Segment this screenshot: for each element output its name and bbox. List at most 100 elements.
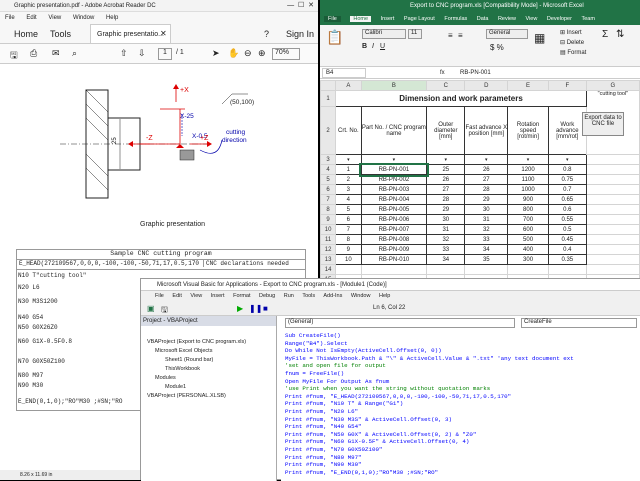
styles-icon[interactable]: ▦ bbox=[534, 31, 545, 45]
tab-formulas[interactable]: Formulas bbox=[444, 16, 467, 22]
row-header[interactable]: 8 bbox=[320, 204, 337, 215]
data-cell[interactable]: 0.7 bbox=[547, 184, 587, 195]
code-line[interactable]: Do While Not IsEmpty(ActiveCell.Offset(0… bbox=[285, 347, 442, 354]
data-cell[interactable]: RB-PN-007 bbox=[360, 224, 428, 235]
row-header[interactable]: 2 bbox=[320, 106, 337, 155]
tools-tab[interactable]: Tools bbox=[50, 24, 71, 44]
data-cell[interactable]: RB-PN-003 bbox=[360, 184, 428, 195]
data-cell[interactable]: 29 bbox=[426, 204, 466, 215]
code-line[interactable]: Print #fnum, "N90 M30" bbox=[285, 461, 362, 468]
tree-item-vbaproject[interactable]: VBAProject (Export to CNC program.xls) bbox=[147, 338, 276, 347]
code-line[interactable]: Print #fnum, "N20 L6" bbox=[285, 408, 358, 415]
vba-menu-help[interactable]: Help bbox=[379, 293, 390, 299]
pause-icon[interactable]: ❚❚ bbox=[249, 304, 262, 313]
data-cell[interactable]: 2 bbox=[335, 174, 362, 185]
print-icon[interactable]: ⎙ bbox=[30, 48, 37, 59]
data-cell[interactable]: 8 bbox=[335, 234, 362, 245]
header-work-advance[interactable]: Work advance [mm/rot] bbox=[547, 106, 587, 155]
close-tab-icon[interactable]: ✕ bbox=[160, 24, 167, 44]
run-icon[interactable]: ▶ bbox=[237, 304, 243, 313]
page-down-icon[interactable]: ⇩ bbox=[138, 48, 146, 59]
code-line[interactable]: Range("B4").Select bbox=[285, 340, 348, 347]
vba-menu-edit[interactable]: Edit bbox=[172, 293, 181, 299]
data-cell[interactable]: 10 bbox=[335, 254, 362, 265]
number-format-select[interactable]: General bbox=[486, 29, 528, 39]
sign-in-button[interactable]: Sign In bbox=[286, 24, 314, 44]
empty-cell[interactable] bbox=[585, 214, 640, 225]
data-cell[interactable]: 27 bbox=[464, 174, 509, 185]
hand-icon[interactable]: ✋ bbox=[228, 48, 239, 59]
tab-review[interactable]: Review bbox=[498, 16, 516, 22]
data-cell[interactable]: 32 bbox=[464, 224, 509, 235]
data-cell[interactable]: 1 bbox=[335, 164, 362, 175]
row-header[interactable]: 4 bbox=[320, 164, 337, 175]
filter-dropdown[interactable]: ▾ bbox=[360, 154, 428, 165]
align-center-icon[interactable]: ≡ bbox=[458, 31, 463, 40]
filter-dropdown[interactable]: ▾ bbox=[547, 154, 587, 165]
window-controls[interactable]: — ☐ ✕ bbox=[287, 0, 314, 12]
data-cell[interactable]: 700 bbox=[507, 214, 549, 225]
header-fast-advance[interactable]: Fast advance X position [mm] bbox=[464, 106, 509, 155]
row-header[interactable]: 5 bbox=[320, 174, 337, 185]
empty-cell[interactable] bbox=[585, 154, 640, 165]
data-cell[interactable]: 1100 bbox=[507, 174, 549, 185]
formula-input[interactable]: RB-PN-001 bbox=[460, 67, 491, 79]
bold-icon[interactable]: B bbox=[362, 43, 367, 50]
empty-cell[interactable] bbox=[585, 184, 640, 195]
data-cell[interactable]: 0.45 bbox=[547, 234, 587, 245]
row-header[interactable]: 10 bbox=[320, 224, 337, 235]
data-cell[interactable]: 31 bbox=[464, 214, 509, 225]
code-line[interactable]: Print #fnum, "N50 G0X" & ActiveCell.Offs… bbox=[285, 431, 476, 438]
data-cell[interactable]: 500 bbox=[507, 234, 549, 245]
align-left-icon[interactable]: ≡ bbox=[448, 31, 453, 40]
tab-team[interactable]: Team bbox=[581, 16, 594, 22]
code-window[interactable]: (General) CreateFile Sub CreateFile() Ran… bbox=[281, 316, 640, 481]
page-number-field[interactable]: 1 bbox=[158, 48, 172, 60]
code-line[interactable]: Print #fnum, "E_END(0,1,0);"RO"M30 ;#SN;… bbox=[285, 469, 438, 476]
code-line[interactable]: Print #fnum, "E_HEAD(272109567,0,0,0,-10… bbox=[285, 393, 511, 400]
corner-cell[interactable] bbox=[320, 80, 337, 91]
filter-dropdown[interactable]: ▾ bbox=[464, 154, 509, 165]
data-cell[interactable]: 3 bbox=[335, 184, 362, 195]
tab-home[interactable]: Home bbox=[350, 16, 372, 22]
empty-cell[interactable] bbox=[585, 244, 640, 255]
empty-cell[interactable] bbox=[585, 164, 640, 175]
data-cell[interactable]: 30 bbox=[426, 214, 466, 225]
tab-file[interactable]: File bbox=[324, 16, 341, 22]
data-cell[interactable]: 7 bbox=[335, 224, 362, 235]
data-cell[interactable]: 27 bbox=[426, 184, 466, 195]
data-cell[interactable]: 34 bbox=[464, 244, 509, 255]
row-header[interactable]: 9 bbox=[320, 214, 337, 225]
row-header[interactable]: 1 bbox=[320, 90, 337, 107]
data-cell[interactable]: 0.8 bbox=[547, 164, 587, 175]
data-cell[interactable]: 600 bbox=[507, 224, 549, 235]
object-dropdown[interactable]: (General) bbox=[285, 318, 515, 328]
data-cell[interactable]: 0.65 bbox=[547, 194, 587, 205]
page-up-icon[interactable]: ⇧ bbox=[120, 48, 128, 59]
header-crt-no[interactable]: Crt. No. bbox=[335, 106, 362, 155]
code-line[interactable]: Print #fnum, "N60 G1X-0.5F" & ActiveCell… bbox=[285, 438, 469, 445]
code-line[interactable]: Print #fnum, "N40 G54" bbox=[285, 423, 362, 430]
col-header-c[interactable]: C bbox=[426, 80, 466, 91]
code-line[interactable]: Sub CreateFile() bbox=[285, 332, 341, 339]
row-header[interactable]: 13 bbox=[320, 254, 337, 265]
col-header-e[interactable]: E bbox=[507, 80, 549, 91]
data-cell[interactable]: 26 bbox=[464, 164, 509, 175]
data-cell[interactable]: 26 bbox=[426, 174, 466, 185]
document-tab[interactable]: Graphic presentatio... bbox=[90, 24, 171, 44]
data-cell[interactable]: 1000 bbox=[507, 184, 549, 195]
paste-icon[interactable]: 📋 bbox=[326, 29, 343, 46]
row-header[interactable]: 7 bbox=[320, 194, 337, 205]
col-header-g[interactable]: G bbox=[585, 80, 640, 91]
vba-menu-view[interactable]: View bbox=[190, 293, 202, 299]
tab-insert[interactable]: Insert bbox=[381, 16, 395, 22]
data-cell[interactable]: 0.35 bbox=[547, 254, 587, 265]
data-cell[interactable]: 34 bbox=[426, 254, 466, 265]
code-line[interactable]: fnum = FreeFile() bbox=[285, 370, 344, 377]
menu-edit[interactable]: Edit bbox=[26, 15, 36, 21]
filter-dropdown[interactable]: ▾ bbox=[335, 154, 362, 165]
vba-menu-tools[interactable]: Tools bbox=[302, 293, 315, 299]
select-arrow-icon[interactable]: ➤ bbox=[212, 48, 220, 59]
empty-cell[interactable] bbox=[585, 254, 640, 265]
procedure-dropdown[interactable]: CreateFile bbox=[521, 318, 637, 328]
